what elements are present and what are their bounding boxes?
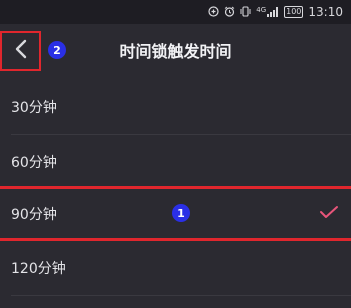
vibrate-icon	[240, 5, 251, 19]
annotation-marker-2: 2	[48, 41, 66, 59]
option-120min[interactable]: 120分钟	[0, 241, 351, 295]
option-label: 60分钟	[11, 155, 57, 171]
battery-indicator: 100	[284, 6, 304, 18]
signal-icon: 4G	[256, 7, 279, 17]
alarm-icon	[224, 6, 235, 19]
back-button[interactable]	[0, 31, 41, 71]
option-90min[interactable]: 90分钟 1	[0, 186, 351, 241]
chevron-left-icon	[14, 39, 28, 63]
signal-label: 4G	[256, 6, 267, 14]
option-30min[interactable]: 30分钟	[0, 80, 351, 134]
header: 时间锁触发时间 2	[0, 24, 351, 76]
option-label: 90分钟	[11, 206, 57, 223]
option-label: 120分钟	[11, 261, 66, 277]
option-60min[interactable]: 60分钟	[0, 135, 351, 189]
clock: 13:10	[308, 5, 343, 19]
annotation-marker-1: 1	[172, 204, 190, 222]
option-label: 30分钟	[11, 100, 57, 116]
data-saver-icon	[208, 5, 219, 19]
checkmark-icon	[319, 205, 339, 223]
status-bar: 4G 100 13:10	[0, 0, 351, 24]
divider	[11, 295, 351, 296]
